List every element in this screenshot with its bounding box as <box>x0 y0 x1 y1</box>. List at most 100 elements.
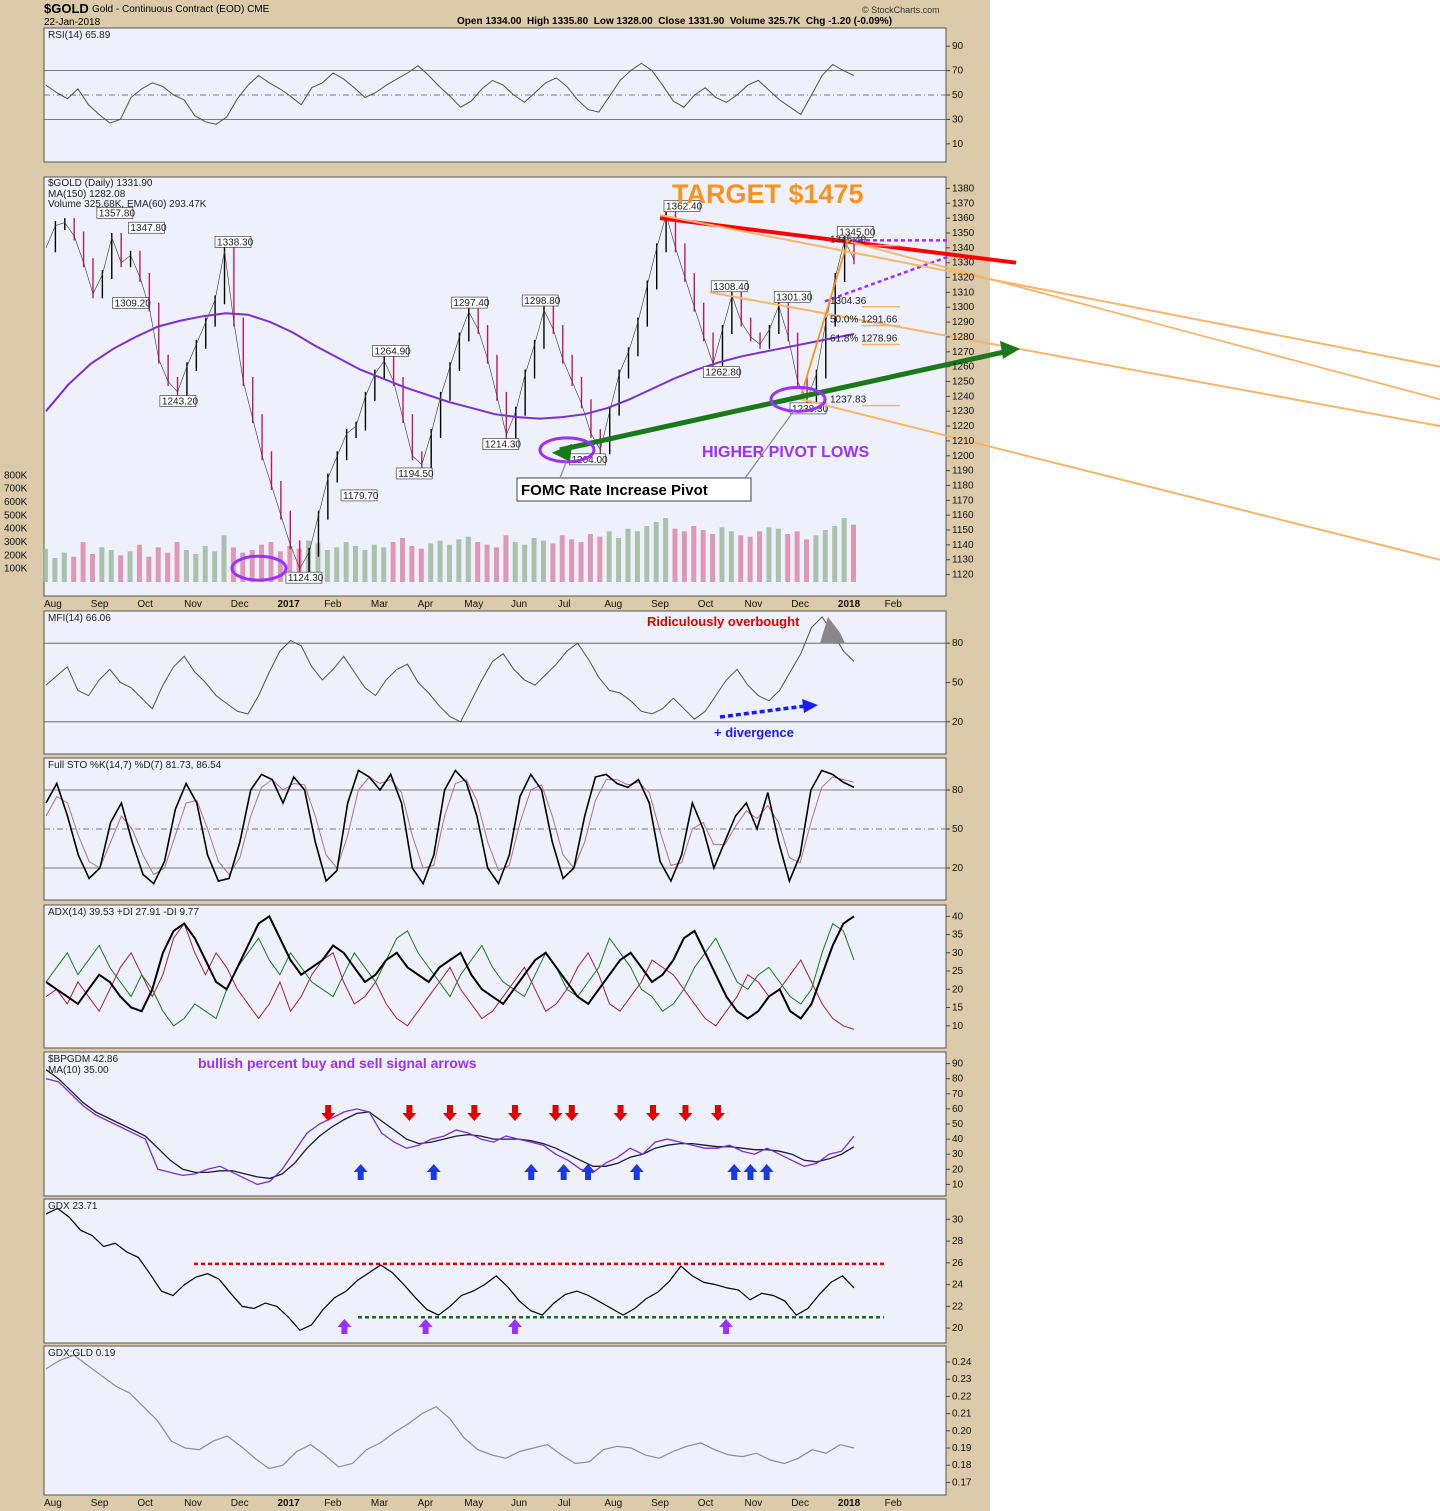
volume-bar <box>794 531 800 582</box>
volume-legend: Volume 325.68K, EMA(60) 293.47K <box>48 199 207 210</box>
volume-bar <box>597 536 603 582</box>
volume-bar <box>400 538 406 582</box>
x-axis-label: Feb <box>324 599 342 610</box>
x-axis-label: Sep <box>651 1498 669 1509</box>
volume-bar <box>625 528 631 582</box>
volume-tick-label: 600K <box>4 497 28 508</box>
x-axis-label: Nov <box>745 599 763 610</box>
volume-bar <box>118 555 124 582</box>
mfi-legend: MFI(14) 66.06 <box>48 613 111 624</box>
pivot-label: 1347.80 <box>130 223 167 234</box>
x-axis-label: Feb <box>885 599 903 610</box>
x-axis-label: Oct <box>137 599 153 610</box>
volume-bar <box>174 542 180 582</box>
x-axis-label: Nov <box>184 599 202 610</box>
volume-bar <box>728 531 734 582</box>
price-tick-label: 1320 <box>952 273 975 284</box>
gdxgld-tick-label: 0.22 <box>952 1391 972 1402</box>
pivot-label: 1298.80 <box>524 296 561 307</box>
price-tick-label: 1200 <box>952 451 975 462</box>
volume-bar <box>221 535 227 582</box>
pivot-label: 1124.30 <box>288 573 324 584</box>
adx-tick-label: 30 <box>952 948 964 959</box>
volume-bar <box>616 538 622 582</box>
bpgdm-tick-label: 30 <box>952 1149 964 1160</box>
gdxgld-tick-label: 0.23 <box>952 1374 972 1385</box>
fomc-annotation: FOMC Rate Increase Pivot <box>521 482 708 499</box>
pivot-label: 1297.40 <box>453 298 490 309</box>
volume-bar <box>268 542 274 582</box>
x-axis-label: Sep <box>651 599 669 610</box>
volume-bar <box>43 548 48 582</box>
price-tick-label: 1220 <box>952 421 975 432</box>
mfi-tick-label: 50 <box>952 678 964 689</box>
bpgdm-tick-label: 50 <box>952 1119 964 1130</box>
x-axis-label: Sep <box>91 1498 109 1509</box>
volume-bar <box>428 543 434 582</box>
x-axis-label: May <box>464 599 483 610</box>
x-axis-label: May <box>464 1498 483 1509</box>
gdxgld-tick-label: 0.20 <box>952 1426 972 1437</box>
volume-bar <box>127 551 133 582</box>
volume-bar <box>183 550 189 582</box>
volume-bar <box>343 542 349 582</box>
price-tick-label: 1240 <box>952 391 975 402</box>
adx-tick-label: 20 <box>952 984 964 995</box>
volume-bar <box>691 526 697 582</box>
volume-bar <box>136 544 142 582</box>
volume-bar <box>493 547 499 582</box>
volume-bar <box>681 531 687 582</box>
volume-bar <box>165 552 171 582</box>
price-tick-label: 1130 <box>952 555 974 566</box>
volume-bar <box>484 544 490 582</box>
volume-tick-label: 700K <box>4 484 28 495</box>
price-legend: $GOLD (Daily) 1331.90 <box>48 178 153 189</box>
stoch-tick-label: 80 <box>952 785 964 796</box>
volume-bar <box>841 518 847 582</box>
price-tick-label: 1380 <box>952 183 975 194</box>
volume-bar <box>259 544 265 582</box>
volume-bar <box>822 530 828 582</box>
x-axis-label: 2018 <box>838 1498 861 1509</box>
volume-bar <box>146 556 152 582</box>
bpgdm-tick-label: 70 <box>952 1089 964 1100</box>
adx-tick-label: 10 <box>952 1021 964 1032</box>
pivot-label: 1179.70 <box>343 491 379 502</box>
price-tick-label: 1160 <box>952 510 974 521</box>
x-axis-label: Aug <box>44 599 62 610</box>
volume-bar <box>465 536 471 582</box>
bpgdm-tick-label: 80 <box>952 1074 964 1085</box>
volume-bar <box>522 544 528 582</box>
gdxgld-tick-label: 0.21 <box>952 1409 972 1420</box>
volume-bar <box>804 539 810 582</box>
volume-bar <box>747 536 753 582</box>
x-axis-label: Mar <box>371 599 389 610</box>
pivot-label: 1264.90 <box>375 346 412 357</box>
gdx-panel <box>43 1198 947 1344</box>
divergence-annotation: + divergence <box>714 725 794 740</box>
mfi-panel <box>43 610 947 755</box>
x-axis-label: Apr <box>418 599 434 610</box>
volume-bar <box>202 546 208 582</box>
volume-tick-label: 500K <box>4 510 28 521</box>
gdxgld-tick-label: 0.18 <box>952 1460 972 1471</box>
volume-bar <box>409 546 415 582</box>
support-arrowhead <box>1000 340 1020 359</box>
fib-label: 1345.49 <box>830 235 867 246</box>
volume-bar <box>456 539 462 582</box>
volume-bar <box>52 558 58 582</box>
volume-bar <box>540 540 546 582</box>
volume-bar <box>437 540 443 582</box>
volume-tick-label: 800K <box>4 470 28 481</box>
volume-bar <box>390 542 396 582</box>
x-axis-label: Dec <box>231 1498 249 1509</box>
gdx-tick-label: 20 <box>952 1323 964 1334</box>
pivot-label: 1357.80 <box>99 208 136 219</box>
price-tick-label: 1350 <box>952 228 975 239</box>
volume-bar <box>249 550 255 582</box>
x-axis-label: Feb <box>324 1498 342 1509</box>
volume-bar <box>475 542 481 582</box>
x-axis-label: Mar <box>371 1498 389 1509</box>
price-tick-label: 1300 <box>952 302 975 313</box>
volume-bar <box>785 534 791 582</box>
